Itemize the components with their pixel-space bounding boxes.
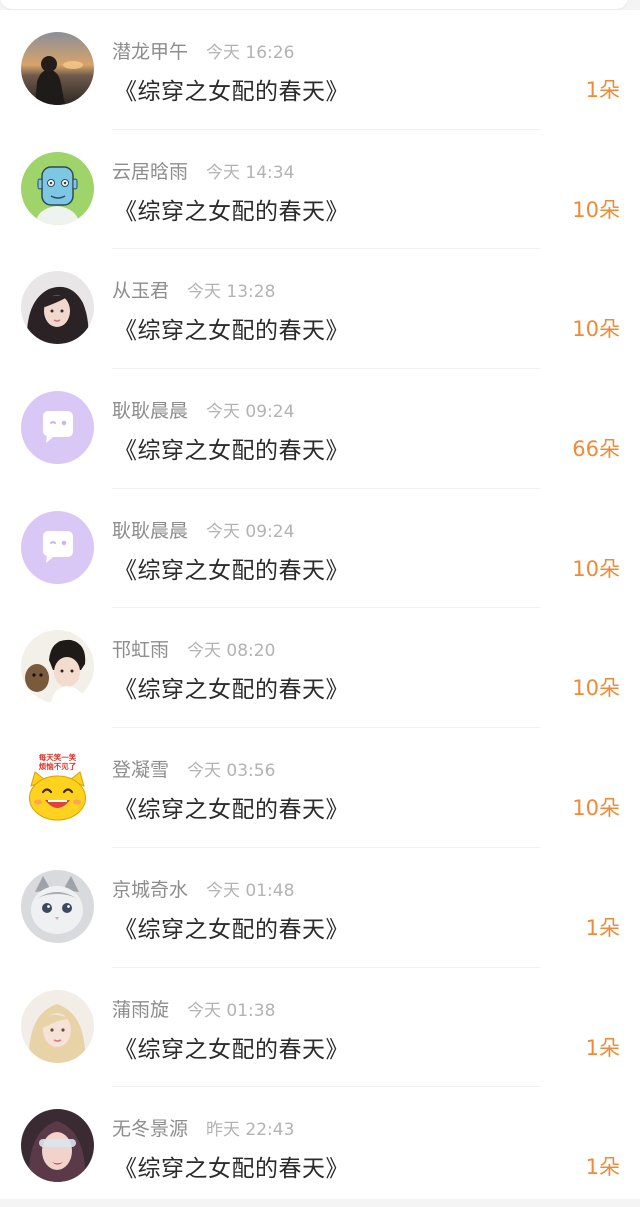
list-item[interactable]: 云居晗雨 今天 14:34 《综穿之女配的春天》 10朵 xyxy=(0,130,640,250)
flower-count: 10朵 xyxy=(572,317,620,342)
timestamp: 今天 09:24 xyxy=(206,402,295,423)
flower-count: 1朵 xyxy=(585,1035,620,1060)
user-name[interactable]: 耿耿晨晨 xyxy=(112,396,188,423)
book-title[interactable]: 《综穿之女配的春天》 xyxy=(114,1149,349,1183)
user-name[interactable]: 云居晗雨 xyxy=(112,157,188,184)
grey-cat-avatar[interactable] xyxy=(21,869,94,943)
list-item[interactable]: 邗虹雨 今天 08:20 《综穿之女配的春天》 10朵 xyxy=(0,608,640,728)
item-meta: 从玉君 今天 13:28 xyxy=(112,276,275,302)
flower-count: 1朵 xyxy=(585,78,620,102)
item-meta: 蒲雨旋 今天 01:38 xyxy=(112,995,275,1021)
blonde-girl-avatar[interactable] xyxy=(21,989,94,1063)
timestamp: 今天 01:38 xyxy=(187,1000,276,1021)
timestamp: 今天 16:26 xyxy=(206,43,295,63)
user-name[interactable]: 登凝雪 xyxy=(112,755,169,782)
timestamp: 今天 14:34 xyxy=(206,162,295,183)
item-meta: 云居晗雨 今天 14:34 xyxy=(112,157,294,183)
book-title[interactable]: 《综穿之女配的春天》 xyxy=(114,910,349,944)
user-name[interactable]: 蒲雨旋 xyxy=(112,995,169,1022)
book-title[interactable]: 《综穿之女配的春天》 xyxy=(114,1030,349,1064)
list-item[interactable]: 耿耿晨晨 今天 09:24 《综穿之女配的春天》 66朵 xyxy=(0,369,640,489)
flower-count: 10朵 xyxy=(572,676,620,701)
user-name[interactable]: 潜龙甲午 xyxy=(112,37,188,64)
list-item[interactable]: 京城奇水 今天 01:48 《综穿之女配的春天》 1朵 xyxy=(0,848,640,968)
avatar-caption: 烦恼不见了 xyxy=(39,761,77,771)
girl-long-hair-avatar[interactable] xyxy=(21,271,94,345)
book-title[interactable]: 《综穿之女配的春天》 xyxy=(114,72,349,106)
book-title[interactable]: 《综穿之女配的春天》 xyxy=(114,192,349,226)
default-chat-bubble-avatar[interactable] xyxy=(21,391,94,465)
user-name[interactable]: 从玉君 xyxy=(112,276,169,303)
list-item[interactable]: 潜龙甲午 今天 16:26 《综穿之女配的春天》 1朵 xyxy=(0,10,640,130)
timestamp: 今天 03:56 xyxy=(187,761,276,782)
book-title[interactable]: 《综穿之女配的春天》 xyxy=(114,311,349,345)
yellow-smiley-cat-avatar[interactable]: 每天笑一笑 烦恼不见了 xyxy=(21,750,94,824)
item-meta: 耿耿晨晨 今天 09:24 xyxy=(112,516,294,542)
flower-count: 1朵 xyxy=(585,915,620,940)
flower-count: 10朵 xyxy=(572,197,620,222)
user-name[interactable]: 无冬景源 xyxy=(112,1114,188,1141)
item-meta: 耿耿晨晨 今天 09:24 xyxy=(112,396,294,422)
flower-count: 10朵 xyxy=(572,796,620,821)
list-item[interactable]: 从玉君 今天 13:28 《综穿之女配的春天》 10朵 xyxy=(0,249,640,369)
girl-sunglasses-avatar[interactable] xyxy=(21,1109,94,1183)
timestamp: 今天 13:28 xyxy=(187,282,276,303)
book-title[interactable]: 《综穿之女配的春天》 xyxy=(114,670,349,704)
book-title[interactable]: 《综穿之女配的春天》 xyxy=(114,551,349,585)
list-item[interactable]: 蒲雨旋 今天 01:38 《综穿之女配的春天》 1朵 xyxy=(0,968,640,1088)
sunset-silhouette-avatar[interactable] xyxy=(21,32,94,105)
list-item[interactable]: 无冬景源 昨天 22:43 《综穿之女配的春天》 1朵 xyxy=(0,1087,640,1207)
gift-record-list: 潜龙甲午 今天 16:26 《综穿之女配的春天》 1朵 云居晗雨 今天 14:3 xyxy=(0,10,640,1199)
flower-count: 10朵 xyxy=(572,556,620,581)
item-meta: 无冬景源 昨天 22:43 xyxy=(112,1114,294,1140)
item-meta: 登凝雪 今天 03:56 xyxy=(112,755,275,781)
item-meta: 潜龙甲午 今天 16:26 xyxy=(112,37,294,63)
boy-with-pet-avatar[interactable] xyxy=(21,630,94,704)
timestamp: 今天 01:48 xyxy=(206,880,295,901)
list-item[interactable]: 每天笑一笑 烦恼不见了 登凝雪 今天 03:56 《综穿之女配的春天》 10朵 xyxy=(0,728,640,848)
cartoon-blue-face-avatar[interactable] xyxy=(21,151,94,225)
user-name[interactable]: 京城奇水 xyxy=(112,875,188,902)
timestamp: 昨天 22:43 xyxy=(206,1120,295,1141)
item-meta: 邗虹雨 今天 08:20 xyxy=(112,635,275,661)
item-meta: 京城奇水 今天 01:48 xyxy=(112,875,294,901)
flower-count: 66朵 xyxy=(572,437,620,462)
top-strip xyxy=(0,0,640,10)
user-name[interactable]: 邗虹雨 xyxy=(112,635,169,662)
book-title[interactable]: 《综穿之女配的春天》 xyxy=(114,431,349,465)
previous-card-edge xyxy=(0,0,628,9)
avatar-caption: 每天笑一笑 xyxy=(39,752,77,762)
flower-count: 1朵 xyxy=(585,1155,620,1180)
book-title[interactable]: 《综穿之女配的春天》 xyxy=(114,790,349,824)
timestamp: 今天 09:24 xyxy=(206,521,295,542)
user-name[interactable]: 耿耿晨晨 xyxy=(112,516,188,543)
list-item[interactable]: 耿耿晨晨 今天 09:24 《综穿之女配的春天》 10朵 xyxy=(0,489,640,609)
default-chat-bubble-avatar[interactable] xyxy=(21,510,94,584)
timestamp: 今天 08:20 xyxy=(187,641,276,662)
